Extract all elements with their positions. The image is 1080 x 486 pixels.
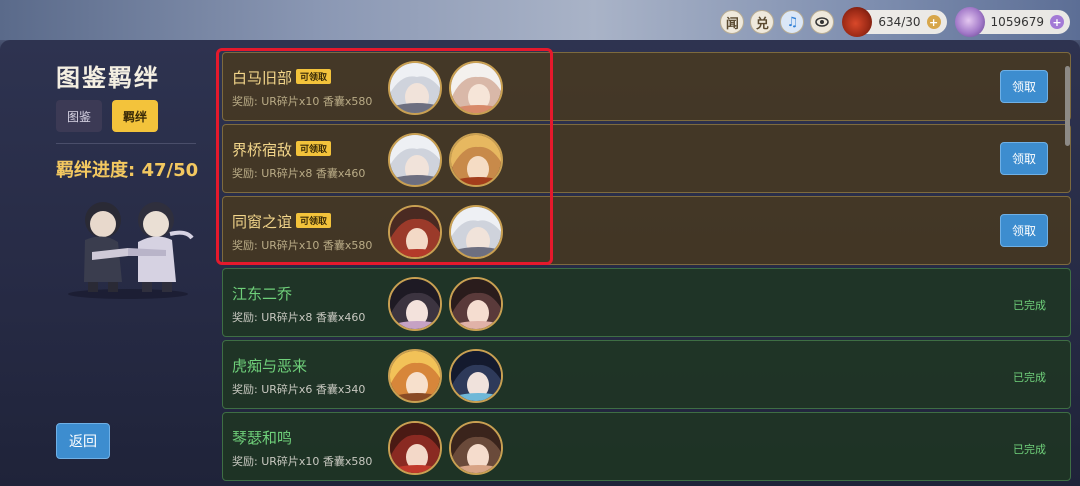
add-stamina-button[interactable]: + <box>926 15 941 29</box>
chibi-characters-illustration <box>68 202 194 299</box>
bond-reward: 奖励: UR碎片x10 香囊x580 <box>232 239 373 252</box>
hero-portrait <box>388 133 442 187</box>
main-panel: 图鉴羁绊 图鉴 羁绊 羁绊进度: 47/50 返回 白马旧部 可领取 奖励: U… <box>0 40 1080 486</box>
hero-portrait <box>388 349 442 403</box>
hero-portrait <box>388 61 442 115</box>
bond-reward: 奖励: UR碎片x8 香囊x460 <box>232 167 366 180</box>
sidebar: 图鉴羁绊 图鉴 羁绊 羁绊进度: 47/50 返回 <box>0 40 210 486</box>
tab-bonds[interactable]: 羁绊 <box>112 100 158 132</box>
claimable-badge: 可领取 <box>296 213 332 228</box>
bond-name: 白马旧部 <box>232 69 293 87</box>
bond-row: 白马旧部 可领取 奖励: UR碎片x10 香囊x580 领取 <box>222 52 1071 121</box>
back-button[interactable]: 返回 <box>56 423 110 459</box>
bond-name: 琴瑟和鸣 <box>232 429 293 447</box>
bond-name: 同窗之谊 <box>232 213 293 231</box>
bond-name: 虎痴与恶来 <box>232 357 308 375</box>
completed-status: 已完成 <box>1013 443 1046 456</box>
page-title: 图鉴羁绊 <box>56 64 160 92</box>
divider <box>56 143 196 144</box>
bond-name: 江东二乔 <box>232 285 293 303</box>
hero-portrait <box>449 277 503 331</box>
tab-codex[interactable]: 图鉴 <box>56 100 102 132</box>
bond-row: 江东二乔 奖励: UR碎片x8 香囊x460 已完成 <box>222 268 1071 337</box>
claim-button[interactable]: 领取 <box>1000 214 1048 247</box>
hero-portrait <box>449 421 503 475</box>
bond-reward: 奖励: UR碎片x6 香囊x340 <box>232 383 366 396</box>
bond-row: 界桥宿敌 可领取 奖励: UR碎片x8 香囊x460 领取 <box>222 124 1071 193</box>
redeem-button[interactable]: 兑 <box>750 10 775 34</box>
bond-reward: 奖励: UR碎片x10 香囊x580 <box>232 455 373 468</box>
list-scrollbar[interactable] <box>1065 66 1070 146</box>
bond-reward: 奖励: UR碎片x8 香囊x460 <box>232 311 366 324</box>
bond-name: 界桥宿敌 <box>232 141 293 159</box>
completed-status: 已完成 <box>1013 371 1046 384</box>
claim-button[interactable]: 领取 <box>1000 142 1048 175</box>
hero-portrait <box>388 277 442 331</box>
stamina-counter: 634/30 + <box>842 7 947 37</box>
hero-portrait <box>388 421 442 475</box>
hero-portrait <box>449 61 503 115</box>
orb-icon <box>954 7 985 37</box>
bond-progress: 羁绊进度: 47/50 <box>56 160 199 181</box>
top-bar: 闻 兑 ♫ 634/30 + 1059679 + <box>720 7 1070 37</box>
claimable-badge: 可领取 <box>296 141 332 156</box>
bond-row: 琴瑟和鸣 奖励: UR碎片x10 香囊x580 已完成 <box>222 412 1071 481</box>
claim-button[interactable]: 领取 <box>1000 70 1048 103</box>
bond-list[interactable]: 白马旧部 可领取 奖励: UR碎片x10 香囊x580 领取 界桥宿敌 可领取 … <box>222 52 1072 486</box>
hero-portrait <box>449 349 503 403</box>
claimable-badge: 可领取 <box>296 69 332 84</box>
hero-portrait <box>388 205 442 259</box>
add-currency-button[interactable]: + <box>1050 15 1064 29</box>
hero-portrait <box>449 133 503 187</box>
hero-portrait <box>449 205 503 259</box>
news-button[interactable]: 闻 <box>720 10 745 34</box>
pouch-icon <box>842 7 873 37</box>
music-icon[interactable]: ♫ <box>780 10 805 34</box>
currency-value: 1059679 <box>990 15 1044 29</box>
view-icon[interactable] <box>810 10 835 34</box>
bond-row: 虎痴与恶来 奖励: UR碎片x6 香囊x340 已完成 <box>222 340 1071 409</box>
stamina-value: 634/30 <box>878 15 921 29</box>
completed-status: 已完成 <box>1013 299 1046 312</box>
bond-reward: 奖励: UR碎片x10 香囊x580 <box>232 95 373 108</box>
bond-row: 同窗之谊 可领取 奖励: UR碎片x10 香囊x580 领取 <box>222 196 1071 265</box>
currency-counter: 1059679 + <box>954 7 1070 37</box>
